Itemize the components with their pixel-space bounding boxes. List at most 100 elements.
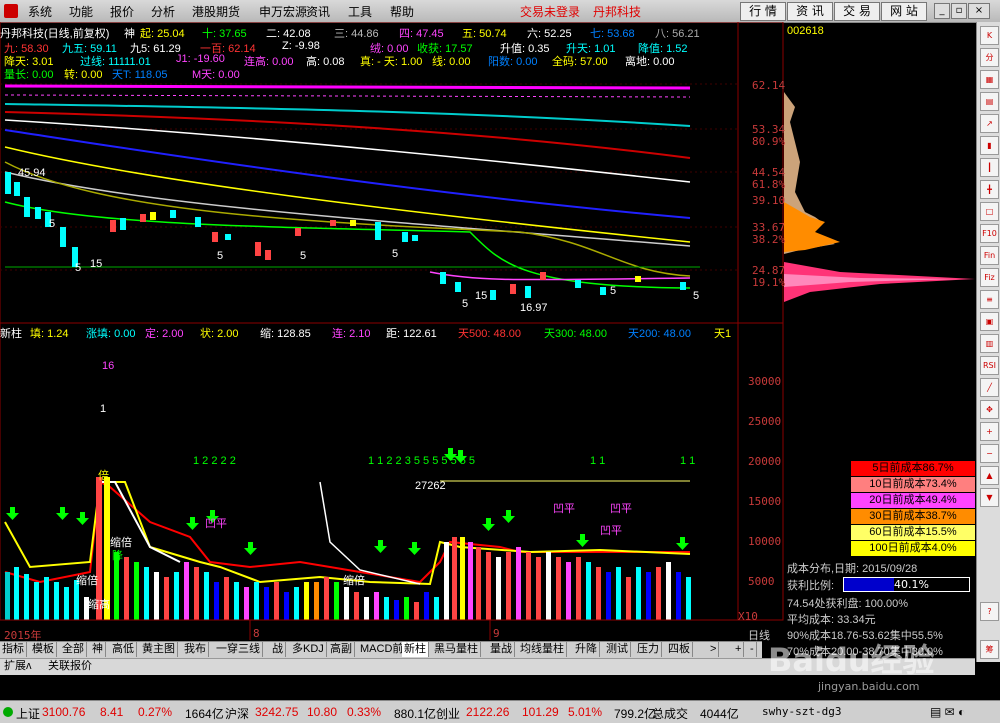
lower-mark: 27262	[415, 480, 446, 492]
notes-icon[interactable]: ≡	[980, 290, 999, 309]
rsi-icon[interactable]: RSI	[980, 356, 999, 375]
related-quotes-button[interactable]: 关联报价	[46, 659, 94, 674]
sh-label[interactable]: 上证	[16, 705, 40, 722]
f10-icon[interactable]: F10	[980, 224, 999, 243]
menu-system[interactable]: 系统	[28, 3, 52, 20]
menu-swhy[interactable]: 申万宏源	[259, 3, 307, 20]
tab-template[interactable]: 模板	[30, 642, 57, 657]
lower-indicator: 天500: 48.00	[458, 328, 521, 340]
line-icon[interactable]: ╱	[980, 378, 999, 397]
indicator-ba: 八: 56.21	[655, 28, 700, 40]
fin-icon[interactable]: Fin	[980, 246, 999, 265]
indicator-xian: 线: 0.00	[432, 56, 471, 68]
move-icon[interactable]: ✥	[980, 400, 999, 419]
tab-zhan[interactable]: 战	[270, 642, 286, 657]
price-mark: 5	[462, 298, 469, 310]
cy-amount: 799.2亿	[614, 707, 657, 721]
tab-huangzhutu[interactable]: 黄主图	[140, 642, 178, 657]
candle-icon[interactable]: ┃	[980, 158, 999, 177]
tab-junxianliangzhu[interactable]: 均线量柱	[518, 642, 567, 657]
lower-mark: 凹平	[205, 518, 227, 530]
tab-heimaliangzhu[interactable]: 黑马量柱	[432, 642, 481, 657]
expand-button[interactable]: 扩展ʌ	[2, 659, 34, 674]
sz-label[interactable]: 沪深	[225, 705, 249, 722]
tab-gaofu[interactable]: 高副	[328, 642, 355, 657]
zoom-out-icon[interactable]: −	[980, 444, 999, 463]
zoom-in-icon[interactable]: +	[980, 422, 999, 441]
tab-indicator[interactable]: 指标	[0, 642, 27, 657]
tab-shen[interactable]: 神	[90, 642, 106, 657]
tag-icon[interactable]: ▣	[980, 312, 999, 331]
nav-website-button[interactable]: 网 站	[881, 2, 927, 21]
kline-icon[interactable]: K	[980, 26, 999, 45]
cy-label[interactable]: 创业	[436, 705, 460, 722]
tab-duokdj[interactable]: 多KDJ	[290, 642, 327, 657]
fiz-icon[interactable]: Fiz	[980, 268, 999, 287]
maximize-icon[interactable]: ▫	[951, 3, 967, 19]
tab-wobu[interactable]: 我布	[182, 642, 209, 657]
tab-siban[interactable]: 四板	[666, 642, 693, 657]
lower-indicator: 状: 2.00	[200, 328, 239, 340]
lower-indicator: 天300: 48.00	[544, 328, 607, 340]
nav-trade-button[interactable]: 交 易	[834, 2, 880, 21]
page-icon[interactable]: □	[980, 202, 999, 221]
status-icons[interactable]: ▤ ✉ ◐	[930, 705, 965, 719]
menu-help[interactable]: 帮助	[390, 3, 414, 20]
close-icon[interactable]: ×	[968, 3, 990, 19]
chart-title: 丹邦科技(日线,前复权)	[0, 28, 110, 40]
menu-tools[interactable]: 工具	[348, 3, 372, 20]
menu-analysis[interactable]: 分析	[151, 3, 175, 20]
minute-chart-icon[interactable]: 分	[980, 48, 999, 67]
tab-scroll-right[interactable]: >	[708, 642, 720, 657]
login-status[interactable]: 交易未登录	[520, 3, 580, 20]
tab-liangzhan[interactable]: 量战	[488, 642, 515, 657]
lower-indicator-name[interactable]: 新柱	[0, 325, 22, 341]
nav-quotes-button[interactable]: 行 情	[740, 2, 786, 21]
indicator-zhen: 真: - 天: 1.00	[360, 56, 423, 68]
tab-yichuansanxian[interactable]: 一穿三线	[214, 642, 263, 657]
lower-mark: 1 1 2 2 3 5 5 5 5 5 5 5	[368, 455, 476, 467]
down-icon[interactable]: ▼	[980, 488, 999, 507]
extra-icon[interactable]: 筹	[980, 640, 999, 659]
indicator-gao: 高: 0.08	[306, 56, 345, 68]
tab-xinzhu[interactable]: 新柱	[402, 642, 429, 657]
tab-ceshi[interactable]: 测试	[604, 642, 631, 657]
tab-remove[interactable]: -	[748, 642, 757, 657]
indicator-mtian: M天: 0.00	[192, 69, 240, 81]
bar-chart-icon[interactable]: ▮	[980, 136, 999, 155]
menu-function[interactable]: 功能	[69, 3, 93, 20]
tab-shengjiang[interactable]: 升降	[573, 642, 600, 657]
minimize-icon[interactable]: _	[934, 3, 950, 19]
tab-add[interactable]: +	[733, 642, 745, 657]
sh-value: 3100.76	[42, 705, 86, 719]
menu-quote[interactable]: 报价	[110, 3, 134, 20]
lower-indicator: 定: 2.00	[145, 328, 184, 340]
stats-icon[interactable]: ▥	[980, 334, 999, 353]
indicator-liu: 六: 52.25	[527, 28, 572, 40]
fib-label: 61.8%	[752, 178, 786, 191]
cost-30day: 30日前成本38.7%	[851, 509, 975, 524]
nav-news-button[interactable]: 资 讯	[787, 2, 833, 21]
question-icon[interactable]: ?	[980, 602, 999, 621]
price-mark: 5	[693, 290, 700, 302]
tab-yali[interactable]: 压力	[635, 642, 662, 657]
trend-icon[interactable]: ↗	[980, 114, 999, 133]
menu-news[interactable]: 资讯	[306, 3, 330, 20]
tab-macdqian[interactable]: MACD前	[358, 642, 407, 657]
sz-value: 3242.75	[255, 705, 299, 719]
up-icon[interactable]: ▲	[980, 466, 999, 485]
menu-hk-futures[interactable]: 港股期货	[192, 3, 240, 20]
tab-gaodi[interactable]: 高低	[110, 642, 137, 657]
tab-all[interactable]: 全部	[60, 642, 87, 657]
low-price-mark: 16.97	[520, 302, 548, 314]
grid-icon[interactable]: ▦	[980, 70, 999, 89]
indicator-j1: J1: -19.60	[176, 53, 225, 65]
lower-mark: 1 1	[590, 455, 606, 467]
table-icon[interactable]: ▤	[980, 92, 999, 111]
indicator-lidi: 离地: 0.00	[625, 56, 675, 68]
lower-indicator: 天1	[714, 328, 732, 340]
lower-mark: 凹平	[610, 503, 632, 515]
candle2-icon[interactable]: ╋	[980, 180, 999, 199]
lower-indicator: 距: 122.61	[386, 328, 437, 340]
lower-mark: 1 1	[680, 455, 696, 467]
